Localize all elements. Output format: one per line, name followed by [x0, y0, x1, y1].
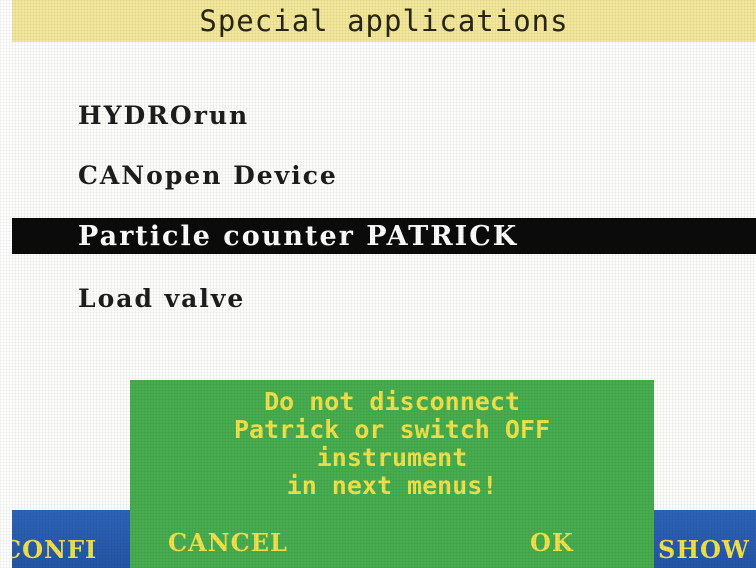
show-softkey[interactable]: SHOW: [658, 535, 750, 564]
screen-left-margin: [0, 0, 12, 568]
dialog-message-line: in next menus!: [286, 471, 498, 500]
menu-item-label: Load valve: [78, 283, 246, 313]
dialog-message-line: Patrick or switch OFF: [233, 415, 551, 444]
title-bar: Special applications: [12, 0, 756, 42]
menu-item-canopen-device[interactable]: CANopen Device: [12, 157, 756, 193]
confi-softkey[interactable]: CONFI: [2, 535, 97, 564]
menu-item-label: HYDROrun: [78, 100, 250, 130]
dialog-message: Do not disconnect Patrick or switch OFF …: [130, 388, 654, 500]
menu-item-hydrorun[interactable]: HYDROrun: [12, 97, 756, 133]
page-title: Special applications: [199, 4, 569, 38]
menu-item-label: CANopen Device: [78, 160, 338, 190]
dialog-message-line: instrument: [316, 443, 468, 472]
ok-button[interactable]: OK: [530, 528, 574, 557]
device-screen: Special applications HYDROrun CANopen De…: [0, 0, 756, 568]
warning-dialog: Do not disconnect Patrick or switch OFF …: [130, 380, 654, 568]
dialog-message-line: Do not disconnect: [264, 387, 520, 416]
menu-item-load-valve[interactable]: Load valve: [12, 280, 756, 316]
menu-item-label: Particle counter PATRICK: [78, 220, 519, 252]
menu-item-particle-counter-patrick[interactable]: Particle counter PATRICK: [12, 218, 756, 254]
cancel-button[interactable]: CANCEL: [168, 528, 288, 557]
